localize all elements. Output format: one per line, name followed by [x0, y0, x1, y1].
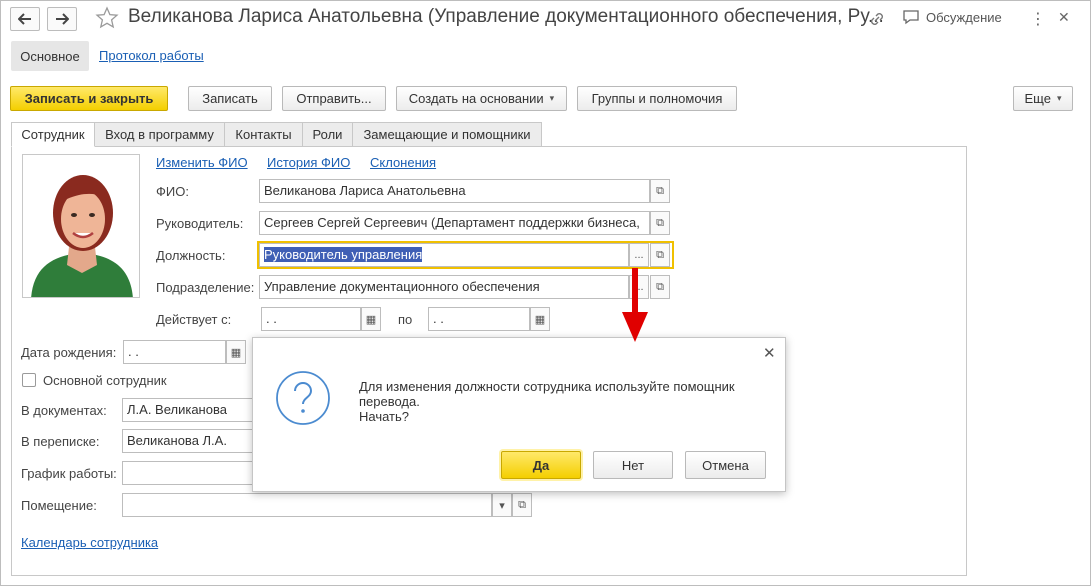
position-select-button[interactable]: ... [629, 243, 649, 267]
ellipsis-icon: ... [634, 249, 644, 261]
send-button[interactable]: Отправить... [282, 86, 386, 111]
room-field[interactable] [122, 493, 492, 517]
open-department-button[interactable]: ⧉ [650, 275, 670, 299]
section-main[interactable]: Основное [11, 41, 89, 71]
yes-button[interactable]: Да [501, 451, 581, 479]
calendar-icon: ▦ [365, 313, 377, 326]
dropdown-arrow-icon: ▾ [549, 93, 555, 103]
save-button[interactable]: Записать [188, 86, 272, 111]
in-documents-field[interactable]: Л.А. Великанова [122, 398, 254, 422]
tab-login[interactable]: Вход в программу [94, 122, 225, 147]
portrait-image [23, 155, 139, 297]
open-icon: ⧉ [518, 498, 526, 511]
tab-contacts[interactable]: Контакты [224, 122, 303, 147]
link-icon[interactable] [868, 10, 886, 31]
open-icon: ⧉ [656, 280, 664, 293]
manager-label: Руководитель: [156, 216, 244, 231]
manager-field[interactable]: Сергеев Сергей Сергеевич (Департамент по… [259, 211, 650, 235]
calendar-icon: ▦ [534, 313, 546, 326]
section-protocol-link[interactable]: Протокол работы [99, 48, 204, 63]
fio-field[interactable]: Великанова Лариса Анатольевна [259, 179, 650, 203]
main-employee-label: Основной сотрудник [43, 373, 167, 388]
in-documents-label: В документах: [21, 403, 107, 418]
dialog-message-line2: перевода. [359, 394, 420, 409]
main-employee-checkbox[interactable] [22, 373, 36, 387]
valid-from-field[interactable]: . . [261, 307, 361, 331]
discussion-label: Обсуждение [926, 9, 1002, 25]
tab-roles[interactable]: Роли [302, 122, 353, 147]
save-and-close-button[interactable]: Записать и закрыть [10, 86, 168, 111]
dropdown-arrow-icon: ▾ [1056, 93, 1062, 103]
birth-date-calendar-button[interactable]: ▦ [226, 340, 246, 364]
department-field[interactable]: Управление документационного обеспечения [259, 275, 629, 299]
back-button[interactable] [10, 7, 40, 31]
favorite-star-icon[interactable] [95, 6, 119, 33]
no-button[interactable]: Нет [593, 451, 673, 479]
in-correspondence-field[interactable]: Великанова Л.А. [122, 429, 254, 453]
open-icon: ⧉ [656, 248, 664, 261]
create-based-on-button[interactable]: Создать на основании ▾ [396, 86, 567, 111]
confirmation-dialog: ✕ Для изменения должности сотрудника исп… [252, 337, 786, 492]
question-icon [276, 371, 330, 425]
department-label: Подразделение: [156, 280, 255, 295]
open-manager-button[interactable]: ⧉ [650, 211, 670, 235]
more-button[interactable]: Еще ▾ [1013, 86, 1073, 111]
arrow-right-icon [56, 13, 69, 25]
forward-button[interactable] [47, 7, 77, 31]
dialog-message-line1: Для изменения должности сотрудника испол… [359, 379, 735, 394]
valid-to-field[interactable]: . . [428, 307, 530, 331]
red-arrow-annotation [622, 268, 648, 342]
chevron-down-icon: ▾ [499, 499, 505, 512]
in-correspondence-label: В переписке: [21, 434, 100, 449]
groups-and-permissions-button[interactable]: Группы и полномочия [577, 86, 737, 111]
position-selected-text: Руководитель управления [264, 247, 423, 262]
tab-employee[interactable]: Сотрудник [11, 122, 95, 147]
dialog-message-line3: Начать? [359, 409, 410, 424]
name-history-link[interactable]: История ФИО [267, 155, 350, 170]
position-field[interactable]: Руководитель управления [259, 243, 629, 267]
schedule-label: График работы: [21, 466, 117, 481]
dialog-message: Для изменения должности сотрудника испол… [359, 379, 735, 424]
open-room-button[interactable]: ⧉ [512, 493, 532, 517]
open-fio-button[interactable]: ⧉ [650, 179, 670, 203]
more-options-icon[interactable]: ⋮ [1030, 9, 1046, 29]
cancel-button[interactable]: Отмена [685, 451, 766, 479]
discussion-button[interactable]: Обсуждение [902, 9, 1002, 25]
employee-photo[interactable] [22, 154, 140, 298]
employee-calendar-link[interactable]: Календарь сотрудника [21, 535, 158, 550]
more-label: Еще [1024, 91, 1051, 106]
tab-substitutes[interactable]: Замещающие и помощники [352, 122, 542, 147]
schedule-field[interactable] [122, 461, 254, 485]
arrow-left-icon [18, 13, 31, 25]
change-name-link[interactable]: Изменить ФИО [156, 155, 248, 170]
room-label: Помещение: [21, 498, 97, 513]
birth-date-field[interactable]: . . [123, 340, 226, 364]
section-main-label: Основное [20, 48, 80, 64]
window-title: Великанова Лариса Анатольевна (Управлени… [128, 6, 884, 27]
open-icon: ⧉ [656, 184, 664, 197]
room-dropdown-button[interactable]: ▾ [492, 493, 512, 517]
calendar-icon: ▦ [230, 346, 242, 359]
declensions-link[interactable]: Склонения [370, 155, 436, 170]
close-icon[interactable]: ✕ [1058, 9, 1070, 26]
valid-from-calendar-button[interactable]: ▦ [361, 307, 381, 331]
birth-date-label: Дата рождения: [21, 345, 117, 360]
create-based-on-label: Создать на основании [408, 91, 544, 106]
valid-to-calendar-button[interactable]: ▦ [530, 307, 550, 331]
dialog-close-icon[interactable]: ✕ [763, 344, 776, 362]
valid-from-label: Действует с: [156, 312, 232, 327]
fio-label: ФИО: [156, 184, 189, 199]
to-label: по [398, 312, 413, 327]
chat-icon [903, 10, 919, 25]
position-label: Должность: [156, 248, 226, 263]
open-position-button[interactable]: ⧉ [650, 243, 670, 267]
open-icon: ⧉ [656, 216, 664, 229]
